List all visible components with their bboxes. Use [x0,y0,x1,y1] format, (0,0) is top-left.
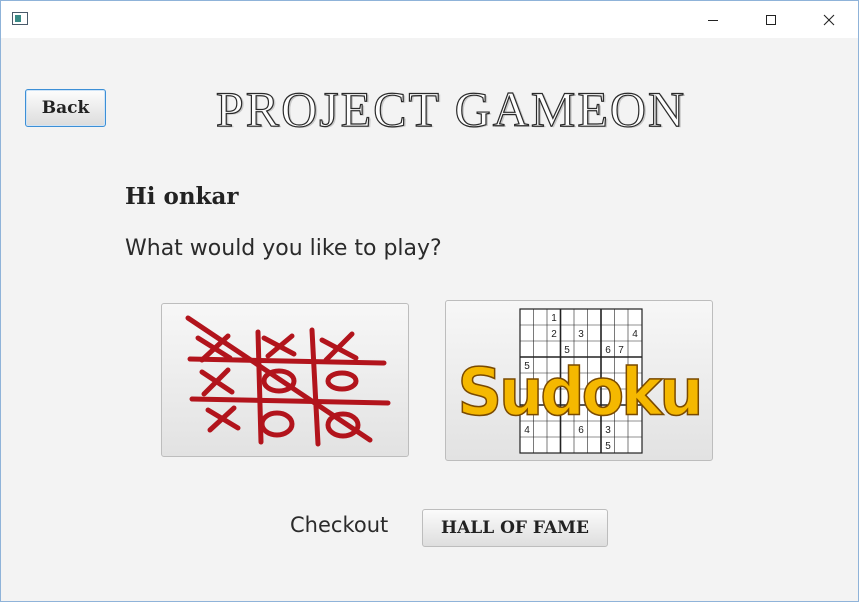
close-button[interactable] [800,1,858,38]
minimize-icon [708,19,718,21]
hall-of-fame-button[interactable]: HALL OF FAME [422,509,608,547]
tic-tac-toe-button[interactable] [161,303,409,457]
svg-text:5: 5 [605,441,611,452]
svg-text:4: 4 [632,329,638,340]
sudoku-button[interactable]: 1 2 3 4 5 6 7 5 4 6 3 5 Sudoku [445,300,713,461]
svg-text:3: 3 [578,329,584,340]
back-button[interactable]: Back [25,89,106,127]
maximize-icon [766,14,776,25]
title-bar [1,1,858,38]
minimize-button[interactable] [684,1,742,38]
play-prompt: What would you like to play? [125,236,442,261]
checkout-label: Checkout [290,513,389,537]
greeting-text: Hi onkar [125,183,239,210]
svg-text:2: 2 [551,329,557,340]
sudoku-image: 1 2 3 4 5 6 7 5 4 6 3 5 Sudoku [457,308,704,454]
app-window: Back PROJECT GAMEON Hi onkar What would … [0,0,859,602]
svg-text:1: 1 [551,313,557,324]
tic-tac-toe-image [185,315,391,447]
app-window-icon [12,12,28,25]
maximize-button[interactable] [742,1,800,38]
page-title: PROJECT GAMEON [215,80,687,137]
close-icon [823,14,835,25]
svg-text:Sudoku: Sudoku [457,354,700,430]
